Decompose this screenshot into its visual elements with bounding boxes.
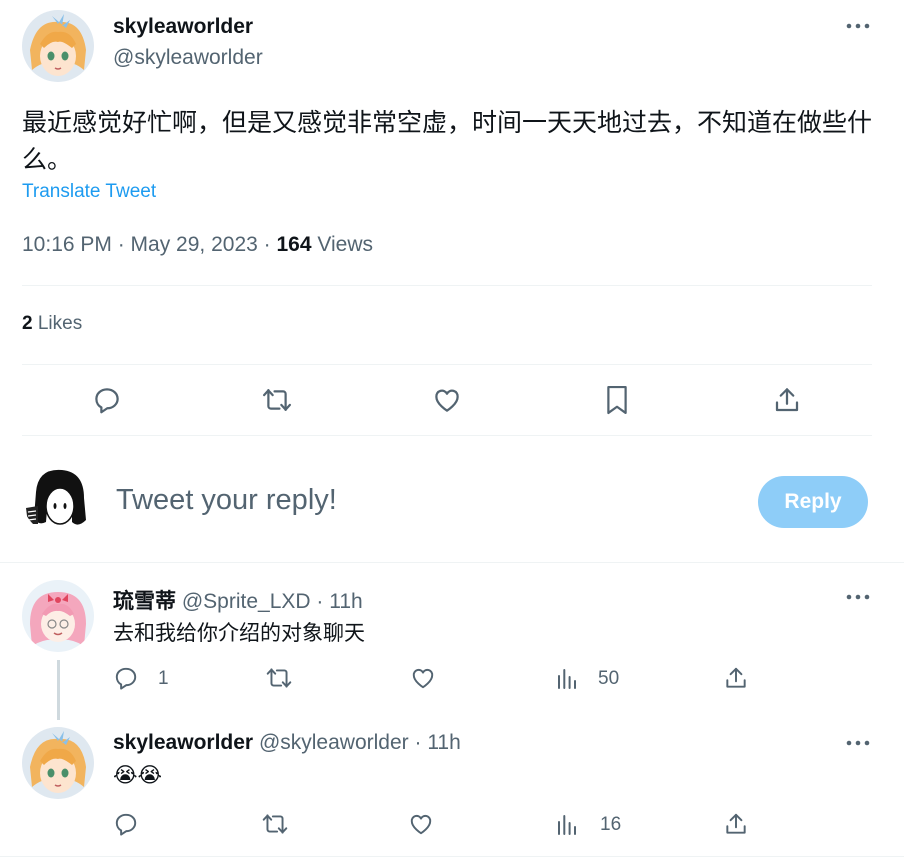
separator: · — [310, 590, 330, 613]
reply-text: 去和我给你介绍的对象聊天 — [113, 621, 365, 645]
views-count: 50 — [598, 668, 620, 689]
separator: · — [408, 731, 428, 754]
tweet-meta: 10:16 PM · May 29, 2023 · 164 Views — [22, 233, 373, 257]
thread-line — [57, 660, 60, 720]
author-name[interactable]: skyleaworlder — [113, 15, 253, 39]
reply-icon[interactable] — [87, 380, 127, 420]
reply-author-name[interactable]: skyleaworlder — [113, 731, 253, 754]
like-icon[interactable] — [405, 808, 437, 840]
retweet-icon[interactable] — [262, 662, 296, 694]
views-icon[interactable] — [552, 809, 582, 839]
share-icon[interactable] — [720, 662, 752, 694]
reply-input[interactable]: Tweet your reply! — [116, 484, 337, 517]
author-handle[interactable]: @skyleaworlder — [113, 46, 263, 70]
reply-time[interactable]: 11h — [427, 731, 460, 754]
more-icon[interactable] — [844, 733, 872, 753]
current-user-avatar[interactable] — [22, 462, 94, 534]
reply-header: skyleaworlder @skyleaworlder · 11h — [113, 731, 461, 755]
more-icon[interactable] — [844, 16, 872, 36]
reply-icon[interactable] — [110, 662, 142, 694]
views-count: 164 — [276, 233, 312, 256]
likes-label: Likes — [32, 313, 83, 334]
reply-icon[interactable] — [110, 808, 142, 840]
retweet-icon[interactable] — [257, 380, 297, 420]
more-icon[interactable] — [844, 587, 872, 607]
divider — [22, 285, 872, 286]
retweet-icon[interactable] — [258, 808, 292, 840]
reply-count: 1 — [158, 668, 169, 689]
reply-header: 琉雪蒂 @Sprite_LXD · 11h — [113, 585, 363, 615]
author-avatar[interactable] — [22, 10, 94, 82]
divider — [0, 856, 904, 857]
share-icon[interactable] — [767, 380, 807, 420]
divider — [22, 435, 872, 436]
bookmark-icon[interactable] — [597, 380, 637, 420]
like-icon[interactable] — [407, 662, 439, 694]
likes-stat[interactable]: 2 Likes — [22, 313, 82, 335]
reply-button[interactable]: Reply — [758, 476, 868, 528]
tweet-timestamp[interactable]: 10:16 PM · May 29, 2023 · — [22, 233, 276, 256]
reply-author-handle[interactable]: @Sprite_LXD — [182, 590, 311, 613]
share-icon[interactable] — [720, 808, 752, 840]
reply-author-name[interactable]: 琉雪蒂 — [113, 589, 176, 613]
tweet-text: 最近感觉好忙啊，但是又感觉非常空虚，时间一天天地过去，不知道在做些什么。 — [22, 108, 873, 174]
views-count: 16 — [600, 814, 622, 835]
like-icon[interactable] — [427, 380, 467, 420]
translate-tweet-link[interactable]: Translate Tweet — [22, 181, 156, 203]
reply-author-handle[interactable]: @skyleaworlder — [259, 731, 409, 754]
reply-author-avatar[interactable] — [22, 727, 94, 799]
divider — [0, 562, 904, 563]
views-icon[interactable] — [552, 663, 582, 693]
likes-count: 2 — [22, 313, 33, 334]
divider — [22, 364, 872, 365]
reply-author-avatar[interactable] — [22, 580, 94, 652]
views-label: Views — [311, 233, 373, 256]
reply-text: 😭😭 — [113, 763, 163, 787]
reply-time[interactable]: 11h — [329, 590, 362, 613]
